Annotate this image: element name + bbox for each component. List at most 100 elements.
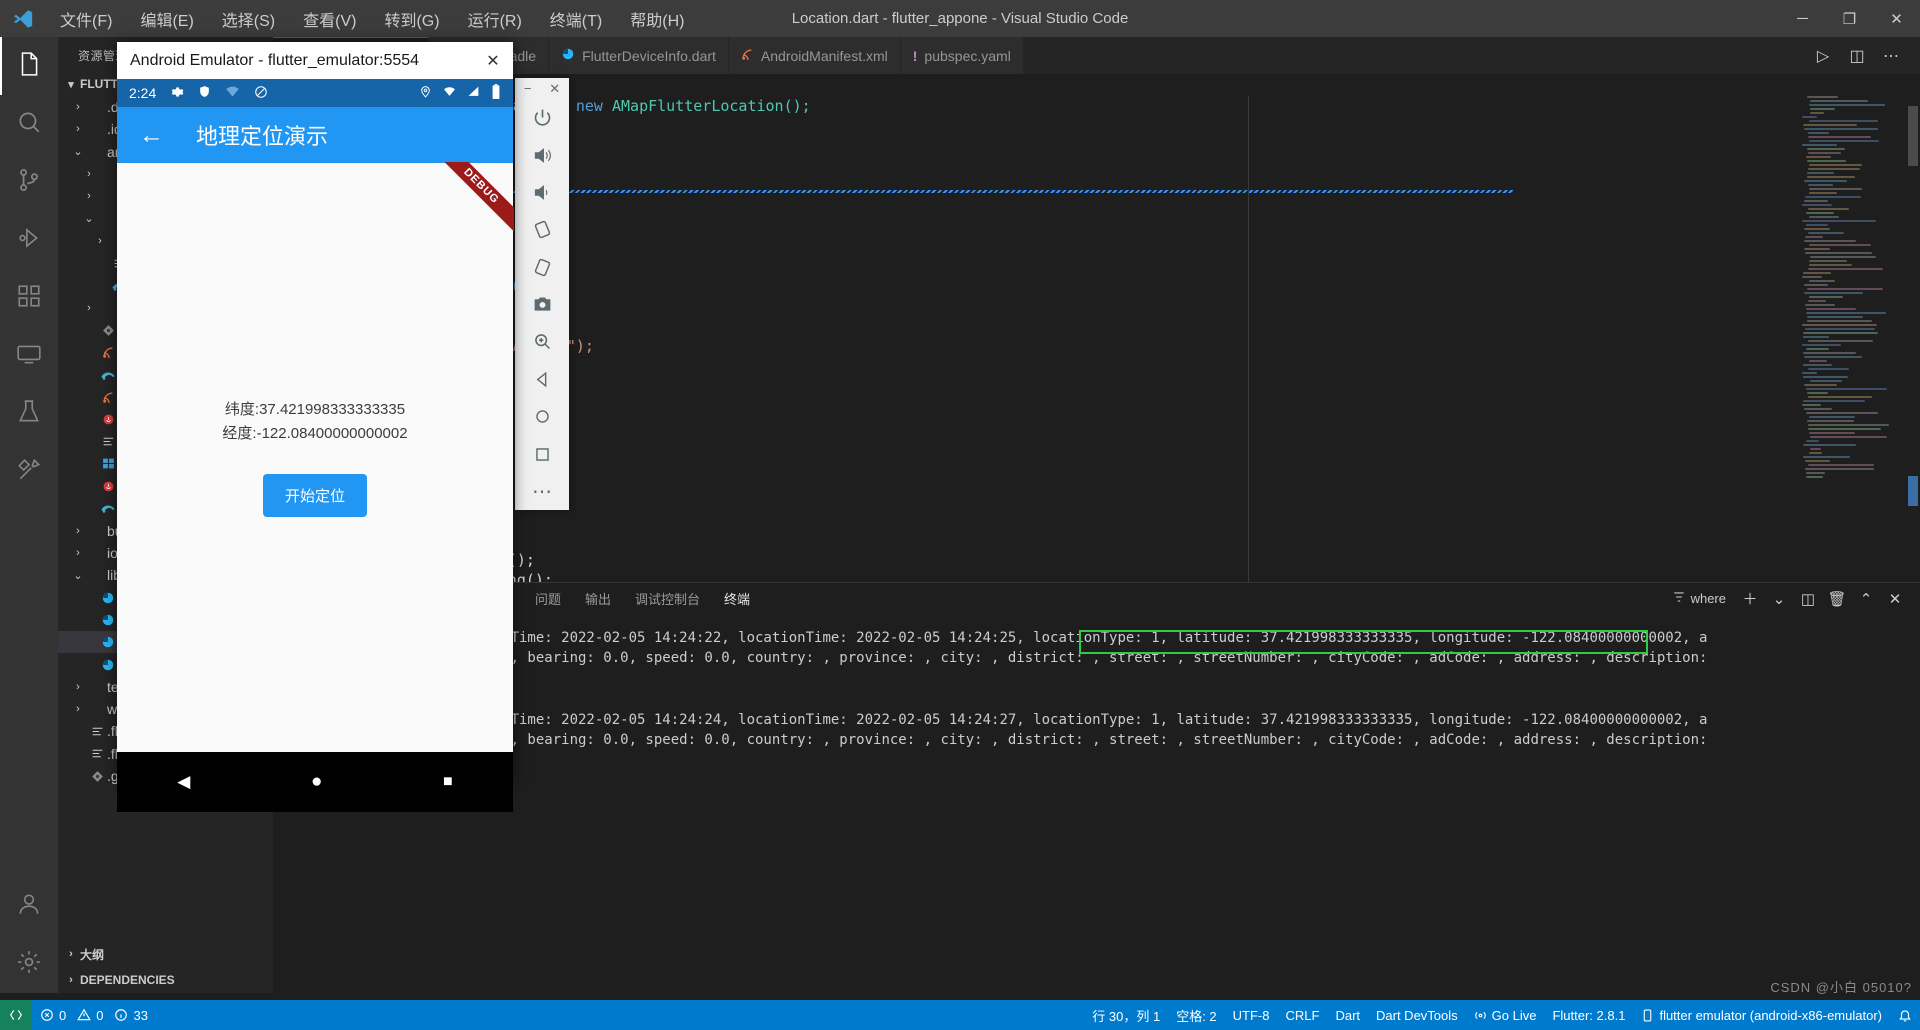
terminal-filter[interactable]: where: [1672, 590, 1726, 607]
panel-tab-problems[interactable]: 问题: [523, 583, 573, 615]
scrollbar-thumb[interactable]: [1908, 106, 1918, 166]
menu-view[interactable]: 查看(V): [289, 0, 370, 37]
emulator-toolbar-minimize[interactable]: −: [524, 81, 532, 96]
run-button[interactable]: ▷: [1808, 37, 1838, 74]
back-arrow-icon[interactable]: ←: [139, 121, 164, 150]
xml-icon: [98, 391, 118, 404]
terminal-dropdown-button[interactable]: ⌄: [1766, 586, 1792, 612]
rotate-right-icon[interactable]: [515, 249, 569, 286]
restore-button[interactable]: ❐: [1826, 0, 1873, 37]
start-location-button[interactable]: 开始定位: [263, 474, 367, 517]
tab-flutterdeviceinfo-dart[interactable]: FlutterDeviceInfo.dart: [549, 37, 729, 74]
minimap-line: [1804, 200, 1828, 202]
back-icon[interactable]: [515, 361, 569, 398]
home-icon[interactable]: [515, 398, 569, 435]
activity-search[interactable]: [0, 95, 58, 153]
power-icon[interactable]: [515, 99, 569, 136]
android-status-right: [419, 84, 501, 102]
editor-scrollbar[interactable]: [1906, 96, 1920, 582]
indentation[interactable]: 空格: 2: [1168, 1000, 1224, 1030]
minimap-line: [1805, 328, 1874, 330]
split-terminal-button[interactable]: ◫: [1795, 586, 1821, 612]
activity-accounts[interactable]: [0, 877, 58, 935]
kill-terminal-button[interactable]: 🗑: [1824, 586, 1850, 612]
chevron-right-icon: ›: [69, 681, 87, 693]
panel-tab-terminal[interactable]: 终端: [712, 583, 762, 615]
minimize-button[interactable]: ─: [1779, 0, 1826, 37]
tab-androidmanifest-xml[interactable]: AndroidManifest.xml: [729, 37, 901, 74]
language-mode[interactable]: Dart: [1327, 1000, 1368, 1030]
dart-devtools[interactable]: Dart DevTools: [1368, 1000, 1466, 1030]
activity-source-control[interactable]: [0, 153, 58, 211]
menu-edit[interactable]: 编辑(E): [126, 0, 207, 37]
minimap-line: [1804, 228, 1830, 230]
split-editor-button[interactable]: ◫: [1842, 37, 1872, 74]
terminal-output[interactable]: I/flutter (13287): callbackTime: 2022-02…: [273, 614, 1920, 800]
maximize-panel-button[interactable]: ⌃: [1853, 586, 1879, 612]
close-panel-button[interactable]: ✕: [1882, 586, 1908, 612]
minimap-line: [1802, 276, 1822, 278]
dependencies-section[interactable]: › DEPENDENCIES: [58, 967, 273, 993]
activity-remote-explorer[interactable]: [0, 327, 58, 385]
device-icon: [1641, 1009, 1654, 1022]
menu-selection[interactable]: 选择(S): [208, 0, 289, 37]
menu-terminal[interactable]: 终端(T): [536, 0, 616, 37]
activity-explorer[interactable]: [0, 37, 58, 95]
activity-flutter-tools[interactable]: [0, 443, 58, 501]
eol[interactable]: CRLF: [1278, 1000, 1328, 1030]
close-button[interactable]: ✕: [1873, 0, 1920, 37]
longitude-text: 经度:-122.08400000000002: [222, 422, 407, 446]
minimap-line: [1803, 364, 1832, 366]
menu-file[interactable]: 文件(F): [46, 0, 126, 37]
overview-icon[interactable]: [515, 435, 569, 472]
go-live[interactable]: Go Live: [1466, 1000, 1545, 1030]
minimap-line: [1809, 244, 1871, 246]
rotate-left-icon[interactable]: [515, 211, 569, 248]
screenshot-icon[interactable]: [515, 286, 569, 323]
debug-banner: DEBUG: [440, 162, 514, 236]
activity-extensions[interactable]: [0, 269, 58, 327]
flutter-version[interactable]: Flutter: 2.8.1: [1544, 1000, 1633, 1030]
minimap-line: [1808, 340, 1873, 342]
minimap-line: [1802, 344, 1841, 346]
panel-tab-output[interactable]: 输出: [573, 583, 623, 615]
minimap-line: [1809, 120, 1877, 122]
volume-down-icon[interactable]: [515, 174, 569, 211]
menu-help[interactable]: 帮助(H): [616, 0, 698, 37]
minimap-line: [1809, 296, 1843, 298]
chevron-right-icon: ›: [69, 101, 87, 113]
menu-run[interactable]: 运行(R): [454, 0, 536, 37]
cursor-position[interactable]: 行 30，列 1: [1084, 1000, 1168, 1030]
menu-go[interactable]: 转到(G): [370, 0, 453, 37]
device-selector[interactable]: flutter emulator (android-x86-emulator): [1633, 1000, 1890, 1030]
minimap[interactable]: [1802, 96, 1894, 476]
minimap-line: [1809, 280, 1836, 282]
settings-file-icon: [87, 747, 107, 760]
zoom-icon[interactable]: [515, 323, 569, 360]
minimap-line: [1805, 196, 1860, 198]
activity-run-debug[interactable]: [0, 211, 58, 269]
outline-section[interactable]: › 大纲: [58, 941, 273, 967]
emulator-close-button[interactable]: ✕: [473, 42, 513, 79]
nav-back-button[interactable]: ◀: [177, 772, 190, 792]
new-terminal-button[interactable]: ＋: [1737, 586, 1763, 612]
emulator-toolbar-close[interactable]: ✕: [549, 81, 560, 97]
panel-tab-debug-console[interactable]: 调试控制台: [623, 583, 712, 615]
minimap-line: [1807, 392, 1828, 394]
more-actions-button[interactable]: ⋯: [1876, 37, 1906, 74]
nav-home-button[interactable]: ●: [311, 771, 322, 793]
activity-settings[interactable]: [0, 935, 58, 993]
minimap-line: [1810, 112, 1824, 114]
more-icon[interactable]: ⋯: [515, 473, 569, 510]
status-time: 2:24: [129, 85, 156, 101]
minimap-line: [1808, 208, 1849, 210]
volume-up-icon[interactable]: [515, 136, 569, 173]
minimap-line: [1809, 264, 1852, 266]
notifications[interactable]: [1890, 1000, 1920, 1030]
tab-pubspec-yaml[interactable]: !pubspec.yaml: [901, 37, 1024, 74]
encoding[interactable]: UTF-8: [1225, 1000, 1278, 1030]
problems-status[interactable]: 0 0 33: [32, 1000, 156, 1030]
remote-indicator[interactable]: [0, 1000, 32, 1030]
nav-recents-button[interactable]: ■: [443, 773, 453, 791]
activity-testing[interactable]: [0, 385, 58, 443]
